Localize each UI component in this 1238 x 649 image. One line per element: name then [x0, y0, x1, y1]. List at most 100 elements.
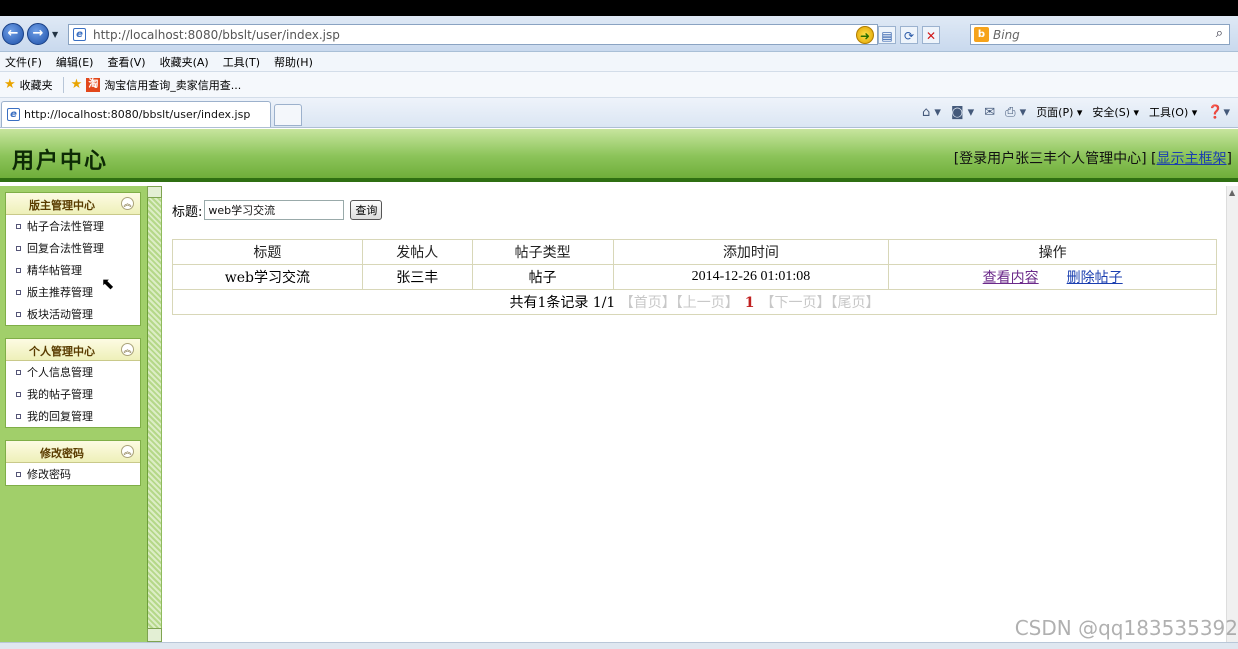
mail-icon[interactable]: ✉: [984, 105, 995, 120]
prev-page-link[interactable]: 【上一页】: [676, 295, 739, 311]
menu-bar: 文件(F) 编辑(E) 查看(V) 收藏夹(A) 工具(T) 帮助(H): [0, 52, 1238, 72]
record-summary: 共有1条记录 1/1: [509, 295, 616, 311]
sidebar-item-change-password[interactable]: 修改密码: [6, 463, 140, 485]
pager: 共有1条记录 1/1 【首页】【上一页】 1 【下一页】【尾页】: [172, 289, 1217, 315]
favorite-link[interactable]: 淘宝信用查询_卖家信用查...: [104, 77, 241, 93]
sidebar-item-label: 回复合法性管理: [27, 242, 104, 255]
safety-menu[interactable]: 安全(S) ▾: [1092, 104, 1139, 120]
delete-post-link[interactable]: 删除帖子: [1067, 270, 1123, 286]
refresh-icon[interactable]: ⟳: [900, 26, 918, 44]
history-dropdown-icon[interactable]: ▼: [52, 30, 58, 39]
print-icon[interactable]: ⎙ ▾: [1005, 105, 1026, 120]
panel-title: 修改密码: [40, 447, 84, 460]
search-icon[interactable]: ⌕: [1216, 26, 1223, 41]
bullet-icon: [16, 391, 21, 397]
menu-tools[interactable]: 工具(T): [223, 54, 260, 70]
bullet-icon: [16, 223, 21, 229]
page-icon: e: [7, 108, 20, 121]
bullet-icon: [16, 413, 21, 419]
scroll-up-icon[interactable]: ▲: [1229, 188, 1235, 197]
command-bar: ⌂ ▾ ◙ ▾ ✉ ⎙ ▾ 页面(P) ▾ 安全(S) ▾ 工具(O) ▾ ❓▾: [922, 104, 1230, 120]
watermark: CSDN @qq183535392: [1014, 616, 1238, 640]
bullet-icon: [16, 245, 21, 251]
status-bar: [0, 642, 1238, 649]
frame-splitter[interactable]: [147, 186, 162, 642]
sidebar-item-profile[interactable]: 个人信息管理: [6, 361, 140, 383]
page-menu[interactable]: 页面(P) ▾: [1036, 104, 1082, 120]
feeds-icon[interactable]: ◙ ▾: [951, 105, 974, 120]
home-icon[interactable]: ⌂ ▾: [922, 105, 941, 120]
sidebar-item-featured-posts[interactable]: 精华帖管理: [6, 259, 140, 281]
navigation-bar: ← → ▼ e http://localhost:8080/bbslt/user…: [0, 16, 1238, 52]
collapse-icon[interactable]: ︽: [121, 197, 134, 210]
new-tab-button[interactable]: [274, 104, 302, 126]
column-header-time: 添加时间: [612, 239, 890, 265]
go-icon[interactable]: ➜: [856, 26, 874, 44]
menu-help[interactable]: 帮助(H): [274, 54, 313, 70]
splitter-handle-top[interactable]: [147, 186, 162, 198]
help-icon[interactable]: ❓▾: [1207, 105, 1230, 120]
cell-type: 帖子: [471, 264, 614, 290]
compat-view-icon[interactable]: ▤: [878, 26, 896, 44]
current-page: 1: [744, 295, 755, 311]
panel-title: 版主管理中心: [29, 199, 95, 212]
table-row: web学习交流 张三丰 帖子 2014-12-26 01:01:08 查看内容 删…: [172, 264, 1217, 290]
favorites-button[interactable]: 收藏夹: [20, 77, 53, 93]
search-box[interactable]: b Bing ⌕: [970, 24, 1230, 45]
mouse-cursor-icon: ⬉: [101, 274, 115, 293]
menu-favorites[interactable]: 收藏夹(A): [160, 54, 209, 70]
menu-view[interactable]: 查看(V): [107, 54, 145, 70]
cell-actions: 查看内容 删除帖子: [888, 264, 1217, 290]
next-page-link[interactable]: 【下一页】: [761, 295, 831, 311]
show-main-frame-link[interactable]: 显示主框架: [1157, 151, 1227, 167]
address-tools: ➜ ▤ ⟳ ✕: [856, 26, 940, 44]
menu-file[interactable]: 文件(F): [5, 54, 42, 70]
menu-edit[interactable]: 编辑(E): [56, 54, 94, 70]
title-label: 标题:: [172, 204, 203, 220]
collapse-icon[interactable]: ︽: [121, 445, 134, 458]
splitter-handle-bottom[interactable]: [147, 628, 162, 642]
user-info-close: ]: [1226, 151, 1232, 167]
panel-header[interactable]: 个人管理中心 ︽: [6, 339, 140, 361]
vertical-scrollbar[interactable]: ▲: [1226, 186, 1238, 642]
sidebar-item-post-legality[interactable]: 帖子合法性管理: [6, 215, 140, 237]
query-button[interactable]: 查询: [350, 200, 383, 220]
tools-menu[interactable]: 工具(O) ▾: [1149, 104, 1197, 120]
address-url[interactable]: http://localhost:8080/bbslt/user/index.j…: [93, 28, 340, 42]
sidebar-item-board-activity[interactable]: 板块活动管理: [6, 303, 140, 325]
cell-time: 2014-12-26 01:01:08: [612, 264, 890, 290]
sidebar-item-label: 我的回复管理: [27, 410, 93, 423]
first-page-link[interactable]: 【首页】: [620, 295, 676, 311]
title-search-input[interactable]: [204, 200, 345, 220]
bullet-icon: [16, 369, 21, 375]
title-bar: [0, 0, 1238, 16]
sidebar-item-moderator-recommend[interactable]: 版主推荐管理: [6, 281, 140, 303]
panel-header[interactable]: 修改密码 ︽: [6, 441, 140, 463]
tab-current[interactable]: e http://localhost:8080/bbslt/user/index…: [1, 101, 271, 127]
search-form: 标题: 查询: [172, 200, 383, 220]
sidebar-item-label: 板块活动管理: [27, 308, 93, 321]
tab-bar: e http://localhost:8080/bbslt/user/index…: [0, 98, 1238, 128]
forward-arrow-icon[interactable]: →: [27, 23, 49, 45]
star-icon: ★: [4, 77, 16, 92]
sidebar-item-reply-legality[interactable]: 回复合法性管理: [6, 237, 140, 259]
sidebar-item-my-replies[interactable]: 我的回复管理: [6, 405, 140, 427]
view-content-link[interactable]: 查看内容: [983, 270, 1039, 286]
panel-moderator: 版主管理中心 ︽ 帖子合法性管理 回复合法性管理 精华帖管理 版主推荐管理 板块…: [5, 192, 141, 326]
tab-label: http://localhost:8080/bbslt/user/index.j…: [24, 108, 251, 121]
back-arrow-icon[interactable]: ←: [2, 23, 24, 45]
user-info-text: [登录用户张三丰个人管理中心] [: [953, 151, 1157, 167]
page-title: 用户中心: [12, 149, 109, 174]
column-header-title: 标题: [172, 239, 363, 265]
search-provider: Bing: [993, 28, 1020, 42]
stop-icon[interactable]: ✕: [922, 26, 940, 44]
collapse-icon[interactable]: ︽: [121, 343, 134, 356]
panel-header[interactable]: 版主管理中心 ︽: [6, 193, 140, 215]
last-page-link[interactable]: 【尾页】: [831, 295, 880, 311]
main-content: 标题: 查询 标题 发帖人 帖子类型 添加时间 操作 web学习交流 张三丰 帖…: [162, 186, 1226, 642]
address-bar[interactable]: e http://localhost:8080/bbslt/user/index…: [68, 24, 878, 45]
bullet-icon: [16, 311, 21, 317]
sidebar-item-my-posts[interactable]: 我的帖子管理: [6, 383, 140, 405]
add-favorite-icon[interactable]: ★: [71, 77, 83, 92]
sidebar-item-label: 帖子合法性管理: [27, 220, 104, 233]
